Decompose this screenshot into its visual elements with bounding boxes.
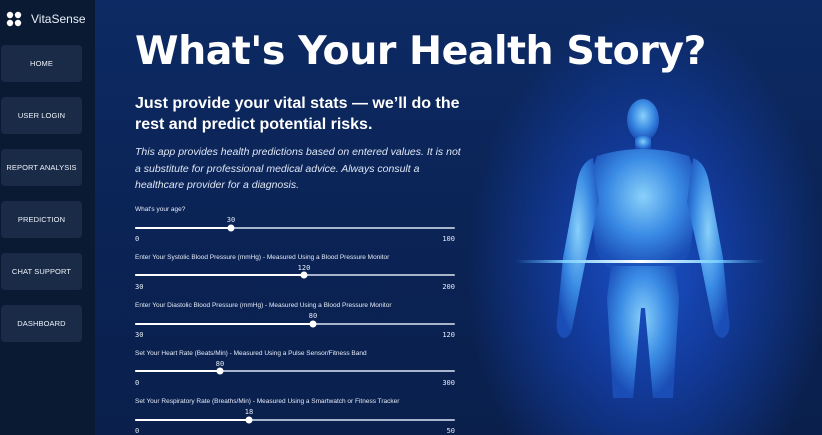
sidebar: VitaSense HOME USER LOGIN REPORT ANALYSI… [0,0,95,435]
slider-min: 0 [135,427,140,435]
slider-max: 120 [442,331,455,339]
nav-home[interactable]: HOME [1,45,82,82]
slider-track[interactable] [135,224,455,232]
slider-min: 30 [135,331,144,339]
slider-track[interactable] [135,367,455,375]
nav-dashboard[interactable]: DASHBOARD [1,305,82,342]
nav-prediction[interactable]: PREDICTION [1,201,82,238]
nav-chat-support[interactable]: CHAT SUPPORT [1,253,82,290]
slider-min: 30 [135,283,144,291]
slider-label: Enter Your Systolic Blood Pressure (mmHg… [135,254,390,261]
slider-label: Set Your Respiratory Rate (Breaths/Min) … [135,398,400,405]
slider-fill [135,419,249,421]
diastolic-bp-slider: Enter Your Diastolic Blood Pressure (mmH… [135,302,455,342]
slider-fill [135,323,313,325]
human-body-illustration [515,99,765,398]
slider-max: 200 [442,283,455,291]
slider-label: What's your age? [135,206,186,213]
slider-max: 100 [442,235,455,243]
slider-max: 300 [442,379,455,387]
nav-user-login[interactable]: USER LOGIN [1,97,82,134]
slider-value: 80 [308,312,318,320]
slider-thumb[interactable] [227,224,235,232]
app-name: VitaSense [31,12,86,26]
respiratory-rate-slider: Set Your Respiratory Rate (Breaths/Min) … [135,398,455,435]
slider-thumb[interactable] [309,320,317,328]
slider-max: 50 [446,427,455,435]
slider-thumb[interactable] [300,271,308,279]
slider-thumb[interactable] [245,416,253,424]
slider-fill [135,227,231,229]
slider-track[interactable] [135,320,455,328]
slider-value: 30 [226,216,236,224]
systolic-bp-slider: Enter Your Systolic Blood Pressure (mmHg… [135,254,455,294]
page-subtitle: Just provide your vital stats — we’ll do… [135,95,460,133]
slider-fill [135,370,220,372]
slider-min: 0 [135,379,140,387]
slider-track[interactable] [135,271,455,279]
slider-fill [135,274,304,276]
app-logo[interactable]: VitaSense [5,11,86,27]
slider-label: Enter Your Diastolic Blood Pressure (mmH… [135,302,392,309]
nav-report-analysis[interactable]: REPORT ANALYSIS [1,149,82,186]
age-slider: What's your age? 30 0 100 [135,206,455,246]
slider-label: Set Your Heart Rate (Beats/Min) - Measur… [135,350,367,357]
disclaimer-text: This app provides health predictions bas… [135,146,461,191]
logo-icon [6,11,22,27]
slider-thumb[interactable] [216,367,224,375]
slider-track[interactable] [135,416,455,424]
slider-min: 0 [135,235,140,243]
page-title: What's Your Health Story? [135,28,706,74]
slider-value: 18 [244,408,254,416]
main-content: What's Your Health Story? Just provide y… [95,0,822,435]
heart-rate-slider: Set Your Heart Rate (Beats/Min) - Measur… [135,350,455,390]
